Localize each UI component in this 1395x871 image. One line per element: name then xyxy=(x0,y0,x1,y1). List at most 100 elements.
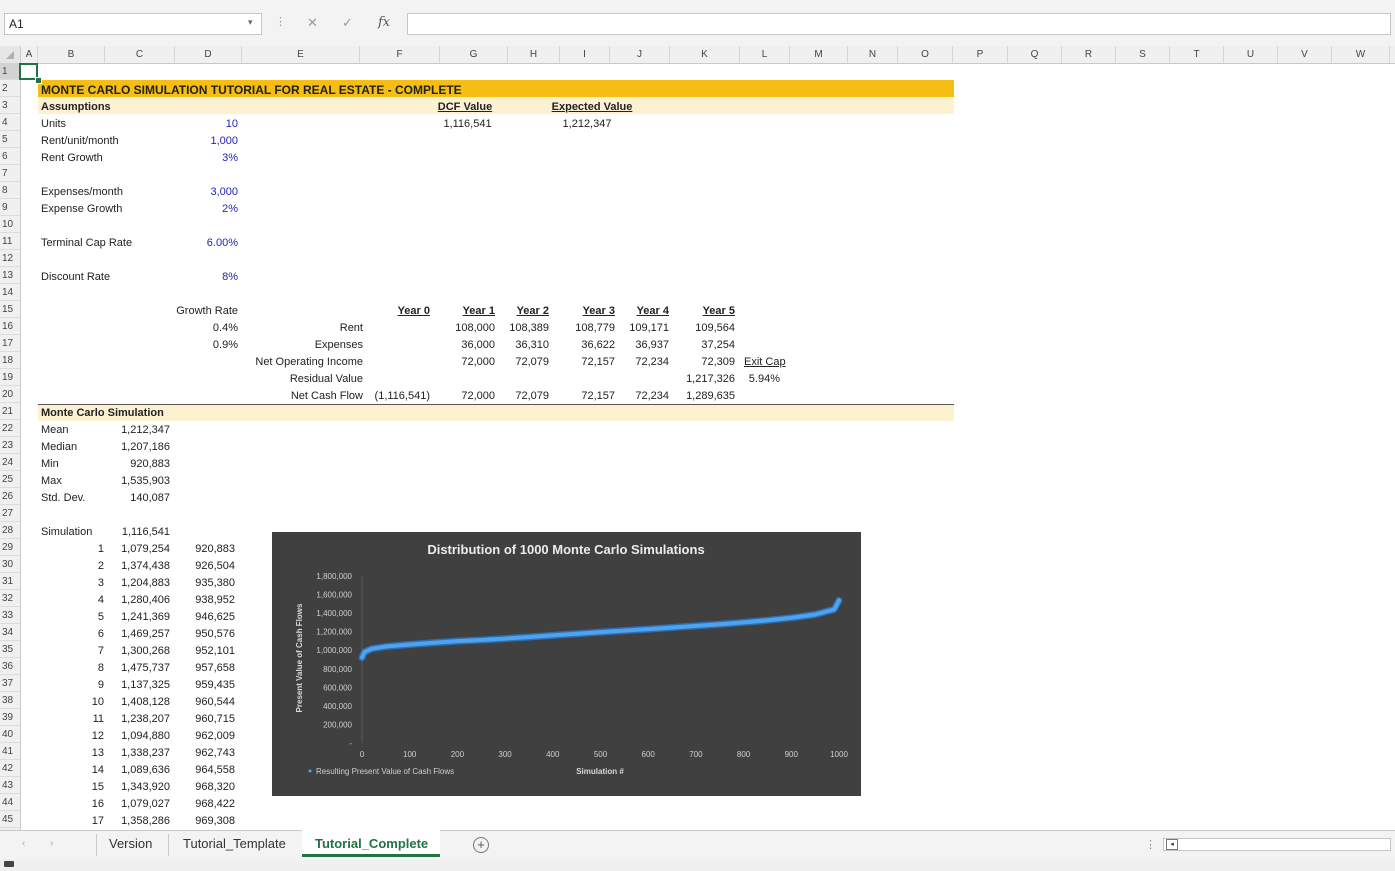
simulation-number[interactable]: 6 xyxy=(70,627,104,641)
expected-value-label[interactable]: Expected Value xyxy=(547,100,637,114)
year-header[interactable]: Year 3 xyxy=(560,304,615,318)
stat-value[interactable]: 1,535,903 xyxy=(100,474,170,488)
simulation-value[interactable]: 1,408,128 xyxy=(100,695,170,709)
row-header-3[interactable]: 3 xyxy=(0,97,20,114)
row-header-27[interactable]: 27 xyxy=(0,505,20,522)
assumption-label[interactable]: Expenses/month xyxy=(41,185,123,199)
simulation-number[interactable]: 14 xyxy=(70,763,104,777)
more-options-icon[interactable]: ⋮ xyxy=(275,15,286,28)
stat-label[interactable]: Median xyxy=(41,440,77,454)
row-header-9[interactable]: 9 xyxy=(0,199,20,216)
dcf-value[interactable]: 1,116,541 xyxy=(425,117,510,131)
simulation-label[interactable]: Simulation xyxy=(41,525,92,539)
simulation-number[interactable]: 5 xyxy=(70,610,104,624)
simulation-value[interactable]: 1,374,438 xyxy=(100,559,170,573)
cashflow-cell[interactable]: 108,389 xyxy=(479,321,549,335)
row-header-10[interactable]: 10 xyxy=(0,216,20,233)
enter-icon[interactable]: ✓ xyxy=(342,15,353,31)
cashflow-cell[interactable]: 72,234 xyxy=(599,389,669,403)
row-header-24[interactable]: 24 xyxy=(0,454,20,471)
simulation-sorted-value[interactable]: 968,422 xyxy=(170,797,235,811)
year-header[interactable]: Year 5 xyxy=(680,304,735,318)
column-header-l[interactable]: L xyxy=(740,46,790,63)
simulation-base-value[interactable]: 1,116,541 xyxy=(100,525,170,539)
row-header-21[interactable]: 21 xyxy=(0,403,20,420)
cashflow-cell[interactable]: (1,116,541) xyxy=(360,389,430,403)
growth-rate-label[interactable]: Growth Rate xyxy=(150,304,238,318)
simulation-number[interactable]: 3 xyxy=(70,576,104,590)
row-header-17[interactable]: 17 xyxy=(0,335,20,352)
cashflow-cell[interactable]: 36,310 xyxy=(479,338,549,352)
year-header[interactable]: Year 0 xyxy=(370,304,430,318)
row-header-34[interactable]: 34 xyxy=(0,624,20,641)
simulation-sorted-value[interactable]: 952,101 xyxy=(170,644,235,658)
simulation-value[interactable]: 1,358,286 xyxy=(100,814,170,828)
row-header-5[interactable]: 5 xyxy=(0,131,20,148)
simulation-value[interactable]: 1,094,880 xyxy=(100,729,170,743)
simulation-sorted-value[interactable]: 957,658 xyxy=(170,661,235,675)
column-header-q[interactable]: Q xyxy=(1008,46,1062,63)
row-header-6[interactable]: 6 xyxy=(0,148,20,165)
cashflow-cell[interactable]: 109,171 xyxy=(599,321,669,335)
tab-scroll-right-icon[interactable]: › xyxy=(50,838,53,849)
row-header-19[interactable]: 19 xyxy=(0,369,20,386)
row-header-25[interactable]: 25 xyxy=(0,471,20,488)
column-header-b[interactable]: B xyxy=(38,46,105,63)
assumption-value[interactable]: 3,000 xyxy=(160,185,238,199)
assumptions-header[interactable]: Assumptions xyxy=(41,100,111,114)
assumption-value[interactable]: 2% xyxy=(160,202,238,216)
row-header-30[interactable]: 30 xyxy=(0,556,20,573)
tab-version[interactable]: Version xyxy=(109,836,152,851)
column-header-t[interactable]: T xyxy=(1170,46,1224,63)
cashflow-row-label[interactable]: Net Cash Flow xyxy=(200,389,363,403)
simulation-sorted-value[interactable]: 960,544 xyxy=(170,695,235,709)
row-header-45[interactable]: 45 xyxy=(0,811,20,828)
column-header-m[interactable]: M xyxy=(790,46,848,63)
assumption-label[interactable]: Discount Rate xyxy=(41,270,110,284)
column-header-a[interactable]: A xyxy=(21,46,38,63)
simulation-value[interactable]: 1,204,883 xyxy=(100,576,170,590)
simulation-value[interactable]: 1,089,636 xyxy=(100,763,170,777)
row-header-22[interactable]: 22 xyxy=(0,420,20,437)
namebox-dropdown-icon[interactable]: ▾ xyxy=(248,17,253,28)
row-header-35[interactable]: 35 xyxy=(0,641,20,658)
exit-cap-value[interactable]: 5.94% xyxy=(740,372,780,386)
formula-input[interactable] xyxy=(407,13,1391,35)
simulation-number[interactable]: 12 xyxy=(70,729,104,743)
stat-label[interactable]: Max xyxy=(41,474,62,488)
row-header-16[interactable]: 16 xyxy=(0,318,20,335)
simulation-number[interactable]: 7 xyxy=(70,644,104,658)
row-header-43[interactable]: 43 xyxy=(0,777,20,794)
simulation-sorted-value[interactable]: 920,883 xyxy=(170,542,235,556)
cashflow-cell[interactable]: 72,309 xyxy=(665,355,735,369)
year-header[interactable]: Year 4 xyxy=(624,304,669,318)
row-header-31[interactable]: 31 xyxy=(0,573,20,590)
column-header-g[interactable]: G xyxy=(440,46,508,63)
simulation-number[interactable]: 17 xyxy=(70,814,104,828)
simulation-value[interactable]: 1,238,207 xyxy=(100,712,170,726)
insert-function-icon[interactable]: fx xyxy=(378,15,390,30)
row-header-1[interactable]: 1 xyxy=(0,63,20,80)
column-header-c[interactable]: C xyxy=(105,46,175,63)
cashflow-row-label[interactable]: Net Operating Income xyxy=(200,355,363,369)
column-header-u[interactable]: U xyxy=(1224,46,1278,63)
stat-label[interactable]: Std. Dev. xyxy=(41,491,85,505)
assumption-label[interactable]: Rent/unit/month xyxy=(41,134,119,148)
row-header-42[interactable]: 42 xyxy=(0,760,20,777)
simulation-sorted-value[interactable]: 938,952 xyxy=(170,593,235,607)
simulation-number[interactable]: 4 xyxy=(70,593,104,607)
simulation-number[interactable]: 11 xyxy=(70,712,104,726)
tab-options-icon[interactable]: ⋮ xyxy=(1145,838,1156,851)
row-header-36[interactable]: 36 xyxy=(0,658,20,675)
column-header-p[interactable]: P xyxy=(953,46,1008,63)
simulation-number[interactable]: 1 xyxy=(70,542,104,556)
row-header-13[interactable]: 13 xyxy=(0,267,20,284)
stat-value[interactable]: 920,883 xyxy=(100,457,170,471)
tab-scroll-left-icon[interactable]: ‹ xyxy=(22,838,25,849)
row-header-26[interactable]: 26 xyxy=(0,488,20,505)
cashflow-cell[interactable]: 37,254 xyxy=(665,338,735,352)
column-header-j[interactable]: J xyxy=(610,46,670,63)
assumption-value[interactable]: 6.00% xyxy=(160,236,238,250)
tab-tutorial-template[interactable]: Tutorial_Template xyxy=(183,836,286,851)
simulation-value[interactable]: 1,079,027 xyxy=(100,797,170,811)
